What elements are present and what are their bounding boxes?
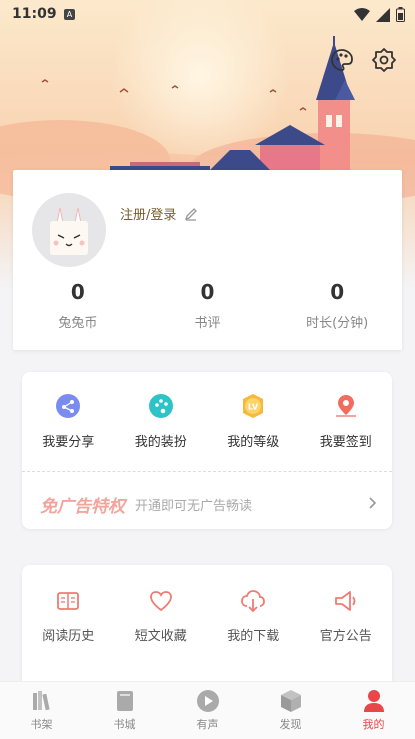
features-card: 我要分享 我的装扮 LV 我的等级 我要签到 免广告特权 开通即可无广告畅读 — [22, 372, 392, 529]
tab-label: 书架 — [30, 718, 53, 731]
status-icons — [354, 7, 405, 22]
stat-value: 0 — [330, 280, 345, 304]
tab-audio[interactable]: 有声 — [166, 682, 249, 739]
notification-icon: A — [64, 9, 75, 20]
edit-icon[interactable] — [184, 207, 198, 221]
history-card: 阅读历史 短文收藏 我的下载 官方公告 — [22, 565, 392, 695]
gear-icon[interactable] — [371, 47, 397, 73]
feature-label: 我的等级 — [227, 435, 280, 450]
history-announcements[interactable]: 官方公告 — [300, 587, 393, 644]
cube-icon — [280, 690, 301, 712]
bunny-avatar-icon — [50, 207, 88, 255]
megaphone-icon — [334, 591, 356, 611]
level-badge-text: LV — [248, 403, 259, 412]
profile-card: 注册/登录 0 兔兔币 0 书评 0 时长(分钟) — [13, 170, 402, 350]
cloud-download-icon — [241, 590, 266, 613]
ad-free-subtitle: 开通即可无广告畅读 — [135, 498, 253, 514]
palette-icon[interactable] — [329, 47, 355, 73]
feature-label: 我的装扮 — [134, 435, 187, 450]
feature-share[interactable]: 我要分享 — [22, 392, 115, 450]
status-time: 11:09 — [12, 6, 57, 22]
book-icon — [116, 691, 133, 711]
wifi-icon — [354, 7, 370, 21]
stat-label: 兔兔币 — [58, 316, 98, 331]
ad-free-banner[interactable]: 免广告特权 开通即可无广告畅读 — [40, 492, 380, 517]
feature-dressup[interactable]: 我的装扮 — [115, 392, 208, 450]
palette-icon — [148, 394, 173, 418]
chevron-right-icon — [369, 497, 377, 509]
tab-label: 有声 — [196, 718, 219, 731]
tab-label: 发现 — [279, 718, 302, 731]
login-label: 注册/登录 — [120, 208, 177, 223]
stat-value: 0 — [200, 280, 215, 304]
feature-level[interactable]: LV 我的等级 — [207, 392, 300, 450]
history-grid: 阅读历史 短文收藏 我的下载 官方公告 — [22, 587, 392, 644]
history-downloads[interactable]: 我的下载 — [207, 587, 300, 644]
stat-coins[interactable]: 0 兔兔币 — [13, 280, 143, 331]
user-icon — [363, 690, 384, 712]
avatar[interactable] — [32, 193, 106, 267]
stats-row: 0 兔兔币 0 书评 0 时长(分钟) — [13, 280, 402, 331]
battery-icon — [396, 7, 405, 22]
history-label: 阅读历史 — [42, 629, 95, 644]
header-actions — [329, 47, 397, 73]
history-label: 官方公告 — [319, 629, 372, 644]
tab-label: 我的 — [362, 718, 385, 731]
features-grid: 我要分享 我的装扮 LV 我的等级 我要签到 — [22, 392, 392, 450]
feature-label: 我要签到 — [319, 435, 372, 450]
login-link[interactable]: 注册/登录 — [120, 204, 198, 223]
history-label: 短文收藏 — [134, 629, 187, 644]
history-label: 我的下载 — [227, 629, 280, 644]
tab-discover[interactable]: 发现 — [249, 682, 332, 739]
app-root: 11:09 A 注册/登录 0 兔兔币 0 书评 0 时长(分钟) 我要分享 我… — [0, 0, 415, 739]
book-open-icon — [57, 592, 80, 610]
stat-duration[interactable]: 0 时长(分钟) — [272, 280, 402, 331]
history-reading[interactable]: 阅读历史 — [22, 587, 115, 644]
tab-mine[interactable]: 我的 — [332, 682, 415, 739]
tab-label: 书城 — [113, 718, 136, 731]
bookshelf-icon — [32, 691, 50, 711]
feature-checkin[interactable]: 我要签到 — [300, 392, 393, 450]
signal-icon — [376, 7, 390, 22]
feature-label: 我要分享 — [42, 435, 95, 450]
stat-label: 时长(分钟) — [306, 316, 369, 331]
stat-label: 书评 — [194, 316, 221, 331]
level-badge-icon: LV — [243, 394, 264, 418]
tab-bookstore[interactable]: 书城 — [83, 682, 166, 739]
ad-free-title: 免广告特权 — [40, 496, 125, 517]
share-icon — [56, 394, 81, 418]
divider — [22, 471, 392, 472]
stat-reviews[interactable]: 0 书评 — [143, 280, 273, 331]
status-bar: 11:09 A — [0, 0, 415, 30]
history-favorites[interactable]: 短文收藏 — [115, 587, 208, 644]
play-icon — [196, 690, 219, 712]
stat-value: 0 — [70, 280, 85, 304]
heart-icon — [149, 591, 172, 612]
bottom-tab-bar: 书架 书城 有声 发现 我的 — [0, 681, 415, 739]
map-pin-icon — [335, 395, 356, 417]
tab-bookshelf[interactable]: 书架 — [0, 682, 83, 739]
